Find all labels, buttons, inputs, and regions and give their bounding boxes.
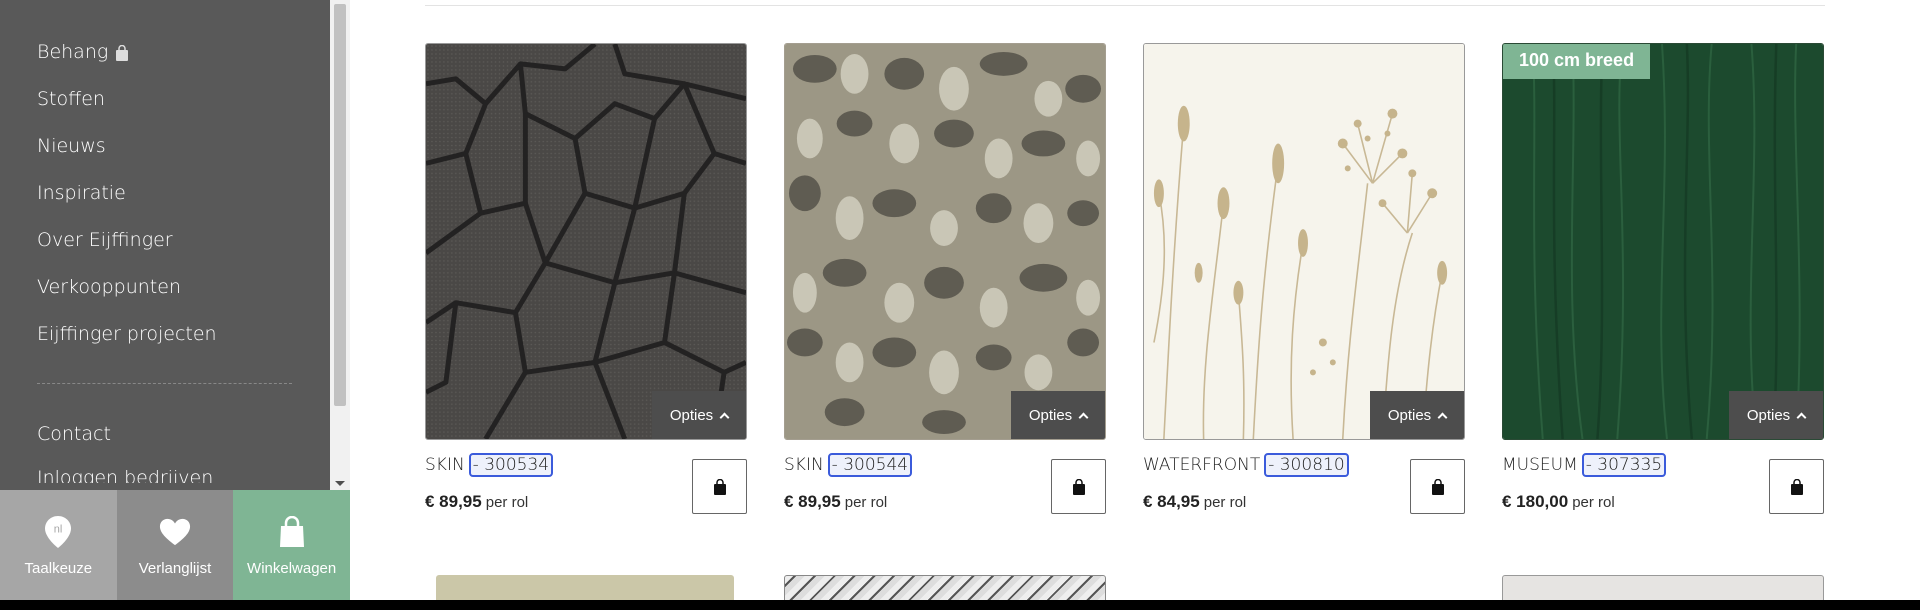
nav-item-verkooppunten[interactable]: Verkooppunten (0, 263, 330, 310)
product-info: MUSEUM - 307335 € 180,00 per rol (1502, 440, 1824, 530)
product-card: Opties SKIN - 300544 € 89,95 per rol (784, 43, 1106, 530)
bottom-action-bar: nl Taalkeuze Verlanglijst Winkelwagen (0, 490, 350, 600)
add-to-cart-button[interactable] (1410, 459, 1465, 514)
add-to-cart-button[interactable] (692, 459, 747, 514)
chevron-up-icon (1796, 412, 1807, 422)
price-value: € 84,95 (1143, 492, 1200, 511)
product-info: SKIN - 300534 € 89,95 per rol (425, 440, 747, 530)
nav-item-label: Nieuws (37, 134, 106, 157)
add-to-cart-button[interactable] (1051, 459, 1106, 514)
price-unit: per rol (485, 494, 529, 511)
nav-item-stoffen[interactable]: Stoffen (0, 75, 330, 122)
product-name[interactable]: SKIN - 300534 (425, 453, 554, 477)
shopping-bag-icon (1431, 478, 1444, 495)
shopping-bag-icon (1790, 478, 1803, 495)
nav-item-eijffinger-projecten[interactable]: Eijffinger projecten (0, 310, 330, 357)
heart-icon (159, 514, 191, 550)
shopping-bag-icon (713, 478, 726, 495)
chevron-up-icon (1078, 412, 1089, 422)
options-label: Opties (1387, 406, 1432, 424)
product-image[interactable]: Opties (1143, 43, 1465, 440)
product-info: WATERFRONT - 300810 € 84,95 per rol (1143, 440, 1465, 530)
nav-item-label: Contact (37, 422, 111, 445)
price-value: € 89,95 (784, 492, 841, 511)
product-name[interactable]: WATERFRONT - 300810 (1143, 453, 1349, 477)
language-button[interactable]: nl Taalkeuze (0, 490, 117, 600)
nav-item-label: Behang (37, 40, 109, 63)
sidebar-scrollbar[interactable] (330, 0, 350, 490)
cart-label: Winkelwagen (247, 559, 337, 577)
price-unit: per rol (1203, 494, 1247, 511)
divider (425, 5, 1825, 6)
nav-item-inloggen-bedrijven[interactable]: Inloggen bedrijven (0, 457, 330, 483)
product-image[interactable]: Opties (425, 43, 747, 440)
scrollbar-thumb[interactable] (334, 4, 346, 406)
product-name-text: SKIN (784, 455, 824, 475)
language-code: nl (54, 523, 63, 535)
scroll-down-arrow-icon[interactable] (335, 481, 345, 486)
nav-item-contact[interactable]: Contact (0, 410, 330, 457)
product-name-text: SKIN (425, 455, 465, 475)
language-label: Taalkeuze (24, 559, 93, 577)
location-pin-icon: nl (42, 514, 74, 550)
wishlist-button[interactable]: Verlanglijst (116, 490, 234, 600)
product-image[interactable] (784, 575, 1106, 600)
product-card: Opties WATERFRONT - 300810 € 84,95 per rol (1143, 43, 1465, 530)
chevron-up-icon (719, 412, 730, 422)
product-code: - 300810 (1264, 453, 1349, 477)
product-price: € 180,00 per rol (1502, 492, 1615, 512)
options-button[interactable]: Opties (1370, 391, 1464, 439)
price-unit: per rol (1572, 494, 1615, 511)
product-info: SKIN - 300544 € 89,95 per rol (784, 440, 1106, 530)
product-image[interactable]: Opties (784, 43, 1106, 440)
product-code: - 300544 (827, 453, 913, 477)
width-badge: 100 cm breed (1503, 44, 1651, 79)
product-code: - 307335 (1581, 453, 1667, 477)
product-code: - 300534 (468, 453, 554, 477)
nav-item-label: Inloggen bedrijven (37, 467, 214, 483)
product-name-text: WATERFRONT (1143, 455, 1261, 475)
add-to-cart-button[interactable] (1769, 459, 1824, 514)
nav-item-label: Verkooppunten (37, 275, 181, 298)
nav-item-nieuws[interactable]: Nieuws (0, 122, 330, 169)
shopping-bag-icon (1072, 478, 1085, 495)
nav-item-label: Eijffinger projecten (37, 322, 217, 345)
product-name[interactable]: SKIN - 300544 (784, 453, 913, 477)
options-label: Opties (1746, 406, 1791, 424)
nav-item-behang[interactable]: Behang (0, 28, 330, 75)
options-button[interactable]: Opties (1011, 391, 1105, 439)
product-card: Opties SKIN - 300534 € 89,95 per rol (425, 43, 747, 530)
options-button[interactable]: Opties (1729, 391, 1823, 439)
nav-item-over-eijffinger[interactable]: Over Eijffinger (0, 216, 330, 263)
cart-button[interactable]: Winkelwagen (233, 490, 350, 600)
wishlist-label: Verlanglijst (138, 559, 212, 577)
product-image[interactable]: 100 cm breed Opties (1502, 43, 1824, 440)
product-name[interactable]: MUSEUM - 307335 (1502, 453, 1667, 477)
price-unit: per rol (844, 494, 888, 511)
options-label: Opties (669, 406, 714, 424)
options-button[interactable]: Opties (652, 391, 746, 439)
nav-item-inspiratie[interactable]: Inspiratie (0, 169, 330, 216)
shopping-bag-icon (115, 44, 129, 61)
options-label: Opties (1028, 406, 1073, 424)
sidebar-nav: Behang Stoffen Nieuws Inspiratie Over Ei… (0, 0, 330, 490)
price-value: € 180,00 (1502, 492, 1569, 511)
nav-list: Behang Stoffen Nieuws Inspiratie Over Ei… (0, 0, 330, 483)
product-card: 100 cm breed Opties MUSEUM - 307335 € 180… (1502, 43, 1824, 530)
nav-item-label: Over Eijffinger (37, 228, 173, 251)
shopping-bag-icon (276, 514, 308, 550)
price-value: € 89,95 (425, 492, 482, 511)
chevron-up-icon (1437, 412, 1448, 422)
product-price: € 84,95 per rol (1143, 492, 1246, 512)
product-grid: Opties SKIN - 300534 € 89,95 per rol Opt… (350, 0, 1920, 600)
product-image[interactable] (436, 575, 734, 600)
nav-divider (37, 383, 292, 384)
nav-item-label: Inspiratie (37, 181, 126, 204)
nav-item-label: Stoffen (37, 87, 105, 110)
product-price: € 89,95 per rol (425, 492, 528, 512)
product-image[interactable] (1502, 575, 1824, 600)
product-price: € 89,95 per rol (784, 492, 887, 512)
product-name-text: MUSEUM (1502, 455, 1578, 475)
